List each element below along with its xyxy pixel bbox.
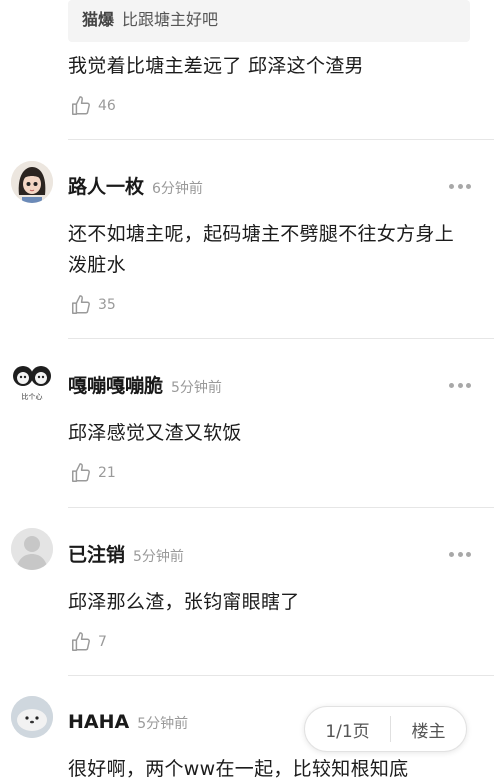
comment-text: 还不如塘主呢，起码塘主不劈腿不往女方身上泼脏水 [68,223,455,276]
author-name[interactable]: 已注销 [68,544,125,566]
more-options-icon[interactable] [449,382,471,388]
quoted-text: 比跟塘主好吧 [122,10,219,29]
like-count: 46 [98,98,116,114]
like-count: 35 [98,297,116,313]
like-count: 7 [98,634,107,650]
author-name[interactable]: 路人一枚 [68,176,144,198]
divider [68,139,494,140]
like-button[interactable]: 21 [70,461,116,485]
divider [68,507,494,508]
comment-text: 邱泽感觉又渣又软饭 [68,422,242,444]
like-count: 21 [98,465,116,481]
cartoon-girl-icon [11,161,53,203]
divider [68,675,494,676]
seal-avatar[interactable] [11,696,53,738]
like-button[interactable]: 35 [70,293,116,317]
comment-author[interactable]: 已注销 5分钟前 [68,543,184,569]
user-silhouette-icon [11,528,53,570]
quoted-reply: 猫爆 比跟塘主好吧 [68,0,470,42]
like-button[interactable]: 7 [70,630,107,654]
floating-pager: 1/1页 楼主 [304,706,467,752]
comment-text: 很好啊，两个ww在一起，比较知根知底 [68,758,409,780]
comment-time: 5分钟前 [171,380,222,396]
comment-time: 5分钟前 [133,549,184,565]
default-user-avatar[interactable] [11,528,53,570]
thumbs-up-icon [72,295,90,314]
comment-text: 我觉着比塘主差远了 邱泽这个渣男 [68,55,364,77]
comment-text: 邱泽那么渣，张钧甯眼瞎了 [68,591,300,613]
comment-author[interactable]: HAHA 5分钟前 [68,710,188,736]
more-options-icon[interactable] [449,551,471,557]
like-button[interactable]: 46 [70,94,116,118]
divider [68,338,494,339]
cartoon-girl-avatar[interactable] [11,161,53,203]
thumbs-up-icon [72,632,90,651]
author-name[interactable]: 嘎嘣嘎嘣脆 [68,375,163,397]
comment-time: 5分钟前 [137,716,189,732]
comment-author[interactable]: 路人一枚 6分钟前 [68,175,203,201]
thumbs-up-icon [72,96,90,115]
page-indicator-button[interactable]: 1/1页 [305,717,390,742]
comment-time: 6分钟前 [152,181,203,197]
avatar-caption: 比个心 [22,392,43,401]
author-name[interactable]: HAHA [68,711,129,733]
quoted-author[interactable]: 猫爆 [82,10,114,29]
seal-icon [11,696,53,738]
more-options-icon[interactable] [449,183,471,189]
cartoon-faces-icon: 比个心 [11,359,53,401]
op-only-button[interactable]: 楼主 [391,717,466,742]
cartoon-faces-avatar[interactable]: 比个心 [11,359,53,401]
comment-author[interactable]: 嘎嘣嘎嘣脆 5分钟前 [68,374,222,400]
thumbs-up-icon [72,463,90,482]
